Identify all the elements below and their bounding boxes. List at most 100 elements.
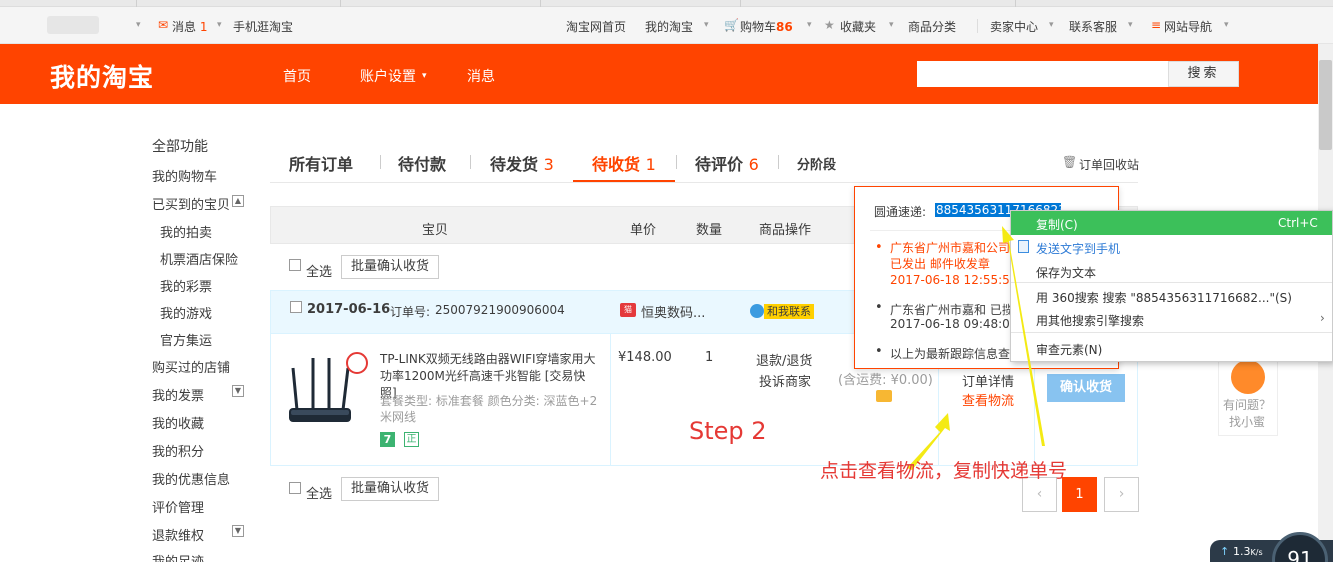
sidebar-item-cart[interactable]: 我的购物车 bbox=[152, 166, 217, 185]
menu-item-save-text[interactable]: 保存为文本 bbox=[1036, 264, 1096, 281]
scrollbar-thumb[interactable] bbox=[1319, 60, 1332, 150]
sidebar-item-coupons[interactable]: 我的优惠信息 bbox=[152, 469, 230, 488]
taobao-home-link[interactable]: 淘宝网首页 bbox=[566, 18, 626, 35]
tab-all-orders[interactable]: 所有订单 bbox=[289, 151, 353, 175]
speed-value: 1.3K/s bbox=[1233, 545, 1263, 558]
menu-item-send-to-phone[interactable]: 发送文字到手机 bbox=[1036, 240, 1120, 257]
sidebar-item-purchased[interactable]: 已买到的宝贝 bbox=[152, 194, 230, 213]
menu-shortcut-copy: Ctrl+C bbox=[1278, 216, 1318, 230]
chevron-down-icon: ▾ bbox=[1128, 20, 1133, 30]
view-logistics-link[interactable]: 查看物流 bbox=[962, 390, 1014, 409]
messages-link[interactable]: 消息 1 bbox=[172, 18, 207, 35]
logistics-time-latest: 2017-06-18 12:55:56 bbox=[890, 273, 1018, 287]
tab-staged[interactable]: 分阶段 bbox=[797, 154, 836, 173]
mail-icon: ✉ bbox=[158, 18, 169, 32]
sidebar-item-consolidation[interactable]: 官方集运 bbox=[160, 330, 212, 349]
tab-divider bbox=[340, 0, 341, 7]
username-blurred[interactable] bbox=[47, 16, 99, 34]
chevron-down-icon[interactable]: ▾ bbox=[136, 20, 141, 30]
select-all-checkbox[interactable] bbox=[289, 259, 301, 271]
seller-center-link[interactable]: 卖家中心 bbox=[990, 18, 1038, 35]
chat-icon bbox=[750, 304, 764, 318]
nav-home[interactable]: 首页 bbox=[283, 66, 311, 86]
tab-divider bbox=[136, 0, 137, 7]
view-all-logistics-link[interactable]: 以上为最新跟踪信息查看全部 bbox=[890, 345, 1010, 362]
site-nav-link[interactable]: 网站导航 bbox=[1164, 18, 1212, 35]
refund-link[interactable]: 退款/退货 bbox=[756, 350, 812, 369]
logistics-time: 2017-06-18 09:48:08 bbox=[890, 317, 1018, 331]
tab-pending-shipment[interactable]: 待发货 3 bbox=[490, 151, 554, 175]
star-icon: ★ bbox=[824, 18, 835, 32]
recycle-bin-link[interactable]: 订单回收站 bbox=[1079, 156, 1139, 173]
sidebar-item-games[interactable]: 我的游戏 bbox=[160, 303, 212, 322]
nav-messages[interactable]: 消息 bbox=[467, 66, 495, 86]
next-page-button[interactable]: › bbox=[1104, 477, 1139, 512]
confirm-receipt-button[interactable]: 确认收货 bbox=[1047, 374, 1125, 402]
bullet-icon: • bbox=[875, 300, 883, 315]
my-taobao-link[interactable]: 我的淘宝 bbox=[645, 18, 693, 35]
upload-arrow-icon: ↑ bbox=[1220, 545, 1230, 558]
search-button[interactable]: 搜索 bbox=[1168, 61, 1239, 87]
card-payment-icon bbox=[876, 390, 892, 402]
batch-confirm-button-bottom[interactable]: 批量确认收货 bbox=[341, 477, 439, 501]
genuine-icon: 正 bbox=[404, 432, 419, 447]
header-bar: 我的淘宝 首页 账户设置 ▾ 消息 搜索 bbox=[0, 44, 1318, 104]
tab-pending-review[interactable]: 待评价 6 bbox=[695, 151, 759, 175]
sidebar-item-favorites[interactable]: 我的收藏 bbox=[152, 413, 204, 432]
tabs-divider bbox=[270, 182, 1138, 183]
sidebar-all-functions[interactable]: 全部功能 bbox=[152, 136, 208, 156]
menu-item-inspect[interactable]: 审查元素(N) bbox=[1036, 341, 1102, 358]
customer-service-link[interactable]: 联系客服 bbox=[1069, 18, 1117, 35]
divider bbox=[977, 19, 978, 33]
order-checkbox[interactable] bbox=[290, 301, 302, 313]
product-image[interactable] bbox=[285, 352, 355, 432]
sidebar-item-footprints[interactable]: 我的足迹 bbox=[152, 551, 204, 562]
chevron-down-icon: ▾ bbox=[1224, 20, 1229, 30]
menu-icon: ≡ bbox=[1151, 18, 1162, 32]
carrier-label: 圆通速递: bbox=[874, 205, 927, 219]
quantity: 1 bbox=[705, 350, 714, 365]
menu-item-search-360[interactable]: 用 360搜索 搜索 "8854356311716682..."(S) bbox=[1036, 289, 1292, 306]
assistant-avatar-icon bbox=[1231, 360, 1265, 394]
contact-seller-button[interactable]: 和我联系 bbox=[764, 304, 814, 319]
mobile-taobao-link[interactable]: 手机逛淘宝 bbox=[233, 18, 293, 35]
col-price: 单价 bbox=[630, 223, 657, 238]
order-detail-link[interactable]: 订单详情 bbox=[962, 371, 1014, 390]
bullet-icon: • bbox=[875, 240, 883, 255]
sidebar-item-shops[interactable]: 购买过的店铺 bbox=[152, 357, 230, 376]
menu-item-search-other[interactable]: 用其他搜索引擎搜索 bbox=[1036, 312, 1144, 329]
cart-link[interactable]: 购物车86 bbox=[740, 18, 793, 35]
select-all-label: 全选 bbox=[306, 265, 333, 280]
logistics-entry: 广东省广州市嘉和 已揽收 bbox=[890, 303, 1010, 317]
complain-link[interactable]: 投诉商家 bbox=[759, 371, 811, 390]
sidebar-item-invoices[interactable]: 我的发票 bbox=[152, 385, 204, 404]
collapse-icon[interactable]: ▲ bbox=[232, 195, 244, 207]
expand-icon[interactable]: ▼ bbox=[232, 385, 244, 397]
select-all-checkbox-bottom[interactable] bbox=[289, 482, 301, 494]
shop-name-link[interactable]: 恒奥数码... bbox=[641, 302, 705, 321]
cart-icon: 🛒 bbox=[724, 18, 739, 32]
favorites-link[interactable]: 收藏夹 bbox=[840, 18, 876, 35]
sidebar-item-points[interactable]: 我的积分 bbox=[152, 441, 204, 460]
search-input[interactable] bbox=[917, 61, 1168, 87]
instruction-text: 点击查看物流，复制快递单号 bbox=[820, 460, 1068, 482]
page-1-button[interactable]: 1 bbox=[1062, 477, 1097, 512]
nav-account-settings[interactable]: 账户设置 bbox=[360, 66, 416, 86]
expand-icon[interactable]: ▼ bbox=[232, 525, 244, 537]
logo[interactable]: 我的淘宝 bbox=[50, 58, 154, 94]
select-all-label: 全选 bbox=[306, 487, 333, 502]
tab-pending-payment[interactable]: 待付款 bbox=[398, 151, 446, 175]
menu-item-copy[interactable]: 复制(C) bbox=[1036, 216, 1078, 233]
tab-pending-receipt[interactable]: 待收货 1 bbox=[592, 151, 656, 175]
phone-icon bbox=[1018, 240, 1029, 253]
sidebar-item-reviews[interactable]: 评价管理 bbox=[152, 497, 204, 516]
sidebar-item-lottery[interactable]: 我的彩票 bbox=[160, 276, 212, 295]
batch-confirm-button[interactable]: 批量确认收货 bbox=[341, 255, 439, 279]
sidebar-item-travel[interactable]: 机票酒店保险 bbox=[160, 249, 238, 268]
sidebar-item-auction[interactable]: 我的拍卖 bbox=[160, 222, 212, 241]
sidebar-item-refunds[interactable]: 退款维权 bbox=[152, 525, 204, 544]
helper-line1: 有问题？ bbox=[1223, 398, 1272, 412]
divider bbox=[676, 155, 677, 169]
categories-link[interactable]: 商品分类 bbox=[908, 18, 956, 35]
chevron-down-icon: ▾ bbox=[217, 20, 222, 30]
